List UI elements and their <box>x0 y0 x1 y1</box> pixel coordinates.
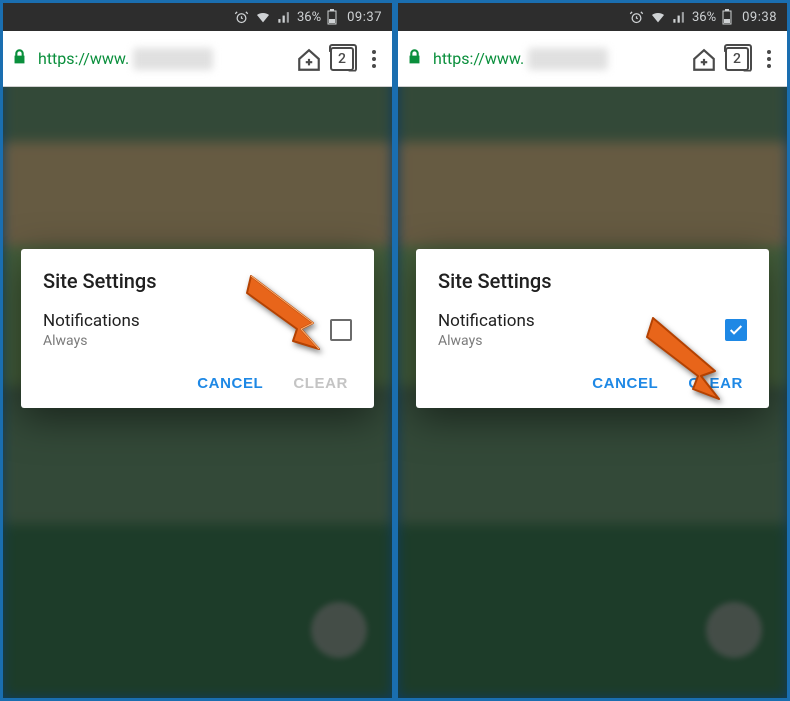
row-label: Notifications <box>43 311 140 331</box>
browser-url-bar[interactable]: https://www. 2 <box>398 31 787 87</box>
fab-blur <box>706 602 762 658</box>
dialog-title: Site Settings <box>438 269 747 293</box>
url-blurred <box>133 48 213 70</box>
battery-pct: 36% <box>297 10 321 25</box>
url-blurred <box>528 48 608 70</box>
signal-icon <box>277 10 291 24</box>
site-settings-dialog: Site Settings Notifications Always CANCE… <box>416 249 769 408</box>
alarm-icon <box>629 10 644 25</box>
row-sublabel: Always <box>438 333 535 349</box>
dialog-title: Site Settings <box>43 269 352 293</box>
row-label: Notifications <box>438 311 535 331</box>
browser-url-bar[interactable]: https://www. 2 <box>3 31 392 87</box>
row-sublabel: Always <box>43 333 140 349</box>
overflow-menu-icon[interactable] <box>364 42 384 76</box>
alarm-icon <box>234 10 249 25</box>
row-text: Notifications Always <box>43 311 140 349</box>
notifications-checkbox[interactable] <box>330 319 352 341</box>
notifications-row[interactable]: Notifications Always <box>438 311 747 349</box>
signal-icon <box>672 10 686 24</box>
clock-text: 09:37 <box>347 10 382 25</box>
lock-icon <box>406 48 423 70</box>
clear-button[interactable]: CLEAR <box>293 375 348 392</box>
notifications-checkbox[interactable] <box>725 319 747 341</box>
dialog-actions: CANCEL CLEAR <box>438 369 747 396</box>
fab-blur <box>311 602 367 658</box>
clear-button[interactable]: CLEAR <box>688 375 743 392</box>
notifications-row[interactable]: Notifications Always <box>43 311 352 349</box>
status-bar: 36% 09:37 <box>3 3 392 31</box>
overflow-menu-icon[interactable] <box>759 42 779 76</box>
tab-count[interactable]: 2 <box>330 47 354 71</box>
dialog-actions: CANCEL CLEAR <box>43 369 352 396</box>
clock-text: 09:38 <box>742 10 777 25</box>
wifi-icon <box>650 10 666 24</box>
tab-count[interactable]: 2 <box>725 47 749 71</box>
cancel-button[interactable]: CANCEL <box>592 375 658 392</box>
battery-icon <box>722 9 732 25</box>
row-text: Notifications Always <box>438 311 535 349</box>
home-add-icon[interactable] <box>296 47 320 71</box>
screenshot-left: 36% 09:37 https://www. 2 Site Settings N… <box>0 0 395 701</box>
screenshot-right: 36% 09:38 https://www. 2 Site Settings N… <box>395 0 790 701</box>
lock-icon <box>11 48 28 70</box>
cancel-button[interactable]: CANCEL <box>197 375 263 392</box>
home-add-icon[interactable] <box>691 47 715 71</box>
status-bar: 36% 09:38 <box>398 3 787 31</box>
battery-icon <box>327 9 337 25</box>
battery-pct: 36% <box>692 10 716 25</box>
site-settings-dialog: Site Settings Notifications Always CANCE… <box>21 249 374 408</box>
wifi-icon <box>255 10 271 24</box>
